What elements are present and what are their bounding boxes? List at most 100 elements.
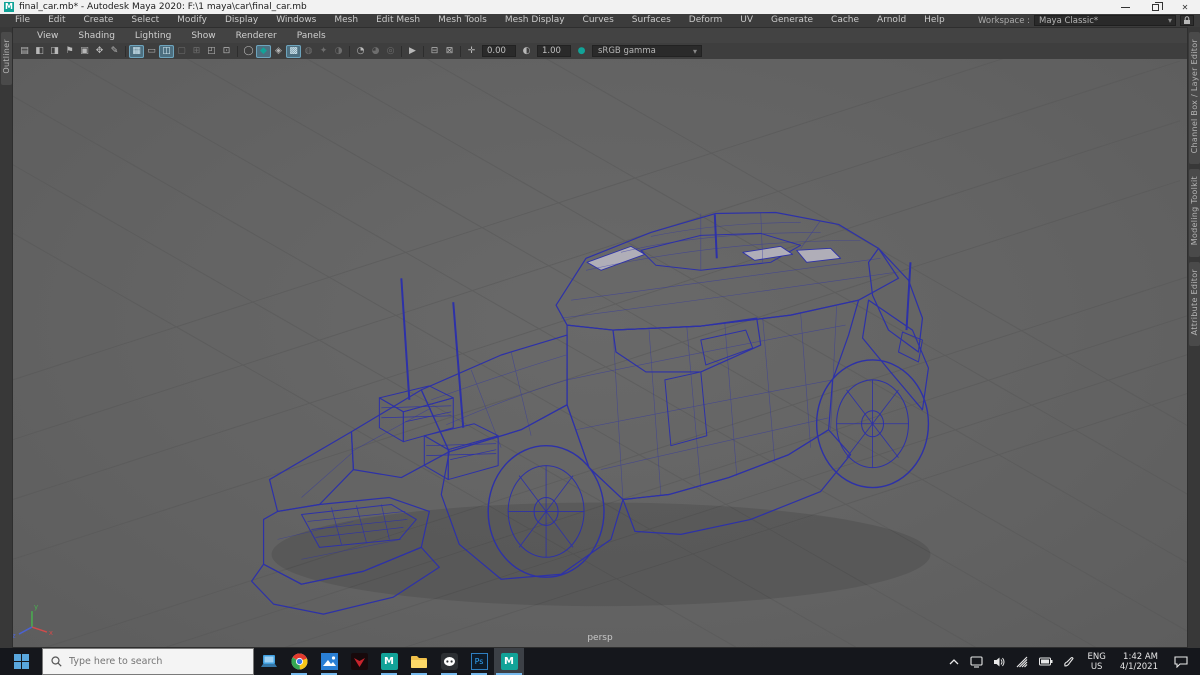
snapshot-icon[interactable]: ⊠ <box>442 45 457 58</box>
object-select-icon[interactable]: ▶ <box>405 45 420 58</box>
film-gate-icon[interactable]: ▭ <box>144 45 159 58</box>
menu-item[interactable]: Mesh <box>325 14 367 27</box>
taskbar-app-photoshop[interactable]: Ps <box>464 648 494 675</box>
menu-item[interactable]: Cache <box>822 14 868 27</box>
wireframe-icon[interactable]: ◯ <box>241 45 256 58</box>
xray-joints-icon[interactable]: ◕ <box>368 45 383 58</box>
menu-item[interactable]: Display <box>216 14 267 27</box>
tab-outliner[interactable]: Outliner <box>0 32 12 85</box>
language-indicator[interactable]: ENG US <box>1083 652 1109 672</box>
menu-item[interactable]: Modify <box>168 14 216 27</box>
use-default-material-icon[interactable]: ◍ <box>301 45 316 58</box>
start-button[interactable] <box>0 648 42 675</box>
menu-item[interactable]: Mesh Tools <box>429 14 496 27</box>
search-icon <box>51 656 62 667</box>
taskbar-app-file-explorer[interactable] <box>404 648 434 675</box>
taskbar-app-photos[interactable] <box>314 648 344 675</box>
field-chart-icon[interactable]: ⊞ <box>189 45 204 58</box>
textured-icon[interactable]: ◈ <box>271 45 286 58</box>
separator <box>401 45 402 57</box>
menu-item[interactable]: Create <box>75 14 123 27</box>
taskbar-app-laptop[interactable] <box>254 648 284 675</box>
panel-menu-item[interactable]: Lighting <box>125 31 181 41</box>
xray-icon[interactable]: ◔ <box>353 45 368 58</box>
resolution-gate-icon[interactable]: ◫ <box>159 44 174 58</box>
panel-menu-item[interactable]: Shading <box>68 31 125 41</box>
action-center-icon[interactable] <box>1168 648 1194 675</box>
restore-button[interactable] <box>1140 0 1170 14</box>
color-management-icon[interactable]: ● <box>574 45 589 58</box>
grease-pencil-icon[interactable]: ✎ <box>107 45 122 58</box>
battery-icon[interactable] <box>1037 648 1054 675</box>
camera-attributes-icon[interactable]: ◨ <box>47 45 62 58</box>
tab-channel-box[interactable]: Channel Box / Layer Editor <box>1188 32 1200 165</box>
predator-icon <box>350 653 368 670</box>
close-button[interactable]: ✕ <box>1170 0 1200 14</box>
duplicate-view-icon[interactable]: ⊟ <box>427 45 442 58</box>
monitor-icon[interactable] <box>968 648 985 675</box>
panel-menu-bar: View Shading Lighting Show Renderer Panels <box>13 28 1187 43</box>
workspace-lock-button[interactable] <box>1180 15 1194 26</box>
image-plane-icon[interactable]: ▣ <box>77 45 92 58</box>
scene-canvas: y x z <box>13 59 1187 647</box>
menu-item[interactable]: Select <box>122 14 168 27</box>
panel-menu-item[interactable]: Panels <box>287 31 336 41</box>
isolate-select-icon[interactable]: ◎ <box>383 45 398 58</box>
menu-item[interactable]: Help <box>915 14 954 27</box>
separator <box>237 45 238 57</box>
shadows-icon[interactable]: ◑ <box>331 45 346 58</box>
gamma-icon[interactable]: ◐ <box>519 45 534 58</box>
panel-menu-item[interactable]: Show <box>181 31 225 41</box>
panel-toolbar: ▤ ◧ ◨ ⚑ ▣ ✥ ✎ ▦ ▭ ◫ ▢ ⊞ ◰ ⊡ ◯ ◆ ◈ ▩ ◍ ✦ ◑ ◔ ◕ ◎ ▶ ⊟ ⊠ ✛ 0.00 ◐ 1.00… <box>13 43 1187 59</box>
network-icon[interactable] <box>1014 648 1031 675</box>
taskbar-app-chrome[interactable] <box>284 648 314 675</box>
chevron-down-icon: ▾ <box>692 46 697 56</box>
select-camera-icon[interactable]: ▤ <box>17 45 32 58</box>
checker-icon[interactable]: ▩ <box>286 44 301 58</box>
search-input[interactable] <box>69 656 229 667</box>
menu-item[interactable]: Surfaces <box>623 14 680 27</box>
panel-menu-item[interactable]: Renderer <box>226 31 287 41</box>
smooth-shade-icon[interactable]: ◆ <box>256 44 271 58</box>
lights-icon[interactable]: ✦ <box>316 45 331 58</box>
menu-item[interactable]: Windows <box>267 14 325 27</box>
exposure-icon[interactable]: ✛ <box>464 45 479 58</box>
minimize-button[interactable] <box>1110 0 1140 14</box>
menu-item[interactable]: Curves <box>574 14 623 27</box>
taskbar-app-maya-active[interactable]: M <box>494 648 524 675</box>
pan-zoom-icon[interactable]: ✥ <box>92 45 107 58</box>
tab-attribute-editor[interactable]: Attribute Editor <box>1188 261 1200 346</box>
volume-icon[interactable] <box>991 648 1008 675</box>
taskbar-app-maya[interactable]: M <box>374 648 404 675</box>
pen-icon[interactable] <box>1060 648 1077 675</box>
panel-menu-item[interactable]: View <box>27 31 68 41</box>
menu-item[interactable]: File <box>6 14 39 27</box>
folder-icon <box>411 656 427 668</box>
menu-item[interactable]: Edit <box>39 14 74 27</box>
menu-item[interactable]: Deform <box>680 14 731 27</box>
viewport-panel: View Shading Lighting Show Renderer Panels ▤ ◧… <box>12 27 1188 648</box>
taskbar-app-discord[interactable] <box>434 648 464 675</box>
taskbar-search[interactable] <box>42 648 254 675</box>
tab-modeling-toolkit[interactable]: Modeling Toolkit <box>1188 169 1200 257</box>
exposure-field[interactable]: 0.00 <box>482 45 516 57</box>
menu-item[interactable]: UV <box>731 14 762 27</box>
bookmark-icon[interactable]: ⚑ <box>62 45 77 58</box>
clock[interactable]: 1:42 AM 4/1/2021 <box>1116 652 1162 672</box>
gamma-field[interactable]: 1.00 <box>537 45 571 57</box>
lock-camera-icon[interactable]: ◧ <box>32 45 47 58</box>
safe-title-icon[interactable]: ⊡ <box>219 45 234 58</box>
separator <box>125 45 126 57</box>
gate-mask-icon[interactable]: ▢ <box>174 45 189 58</box>
workspace-dropdown[interactable]: Maya Classic* ▾ <box>1034 15 1176 26</box>
menu-item[interactable]: Arnold <box>868 14 915 27</box>
menu-item[interactable]: Mesh Display <box>496 14 574 27</box>
view-transform-dropdown[interactable]: sRGB gamma ▾ <box>592 45 702 57</box>
taskbar-app-predator[interactable] <box>344 648 374 675</box>
menu-item[interactable]: Generate <box>762 14 822 27</box>
menu-item[interactable]: Edit Mesh <box>367 14 429 27</box>
perspective-viewport[interactable]: y x z persp <box>13 59 1187 647</box>
hidden-icons-chevron[interactable] <box>945 648 962 675</box>
safe-action-icon[interactable]: ◰ <box>204 45 219 58</box>
layout-grid-icon[interactable]: ▦ <box>129 44 144 58</box>
